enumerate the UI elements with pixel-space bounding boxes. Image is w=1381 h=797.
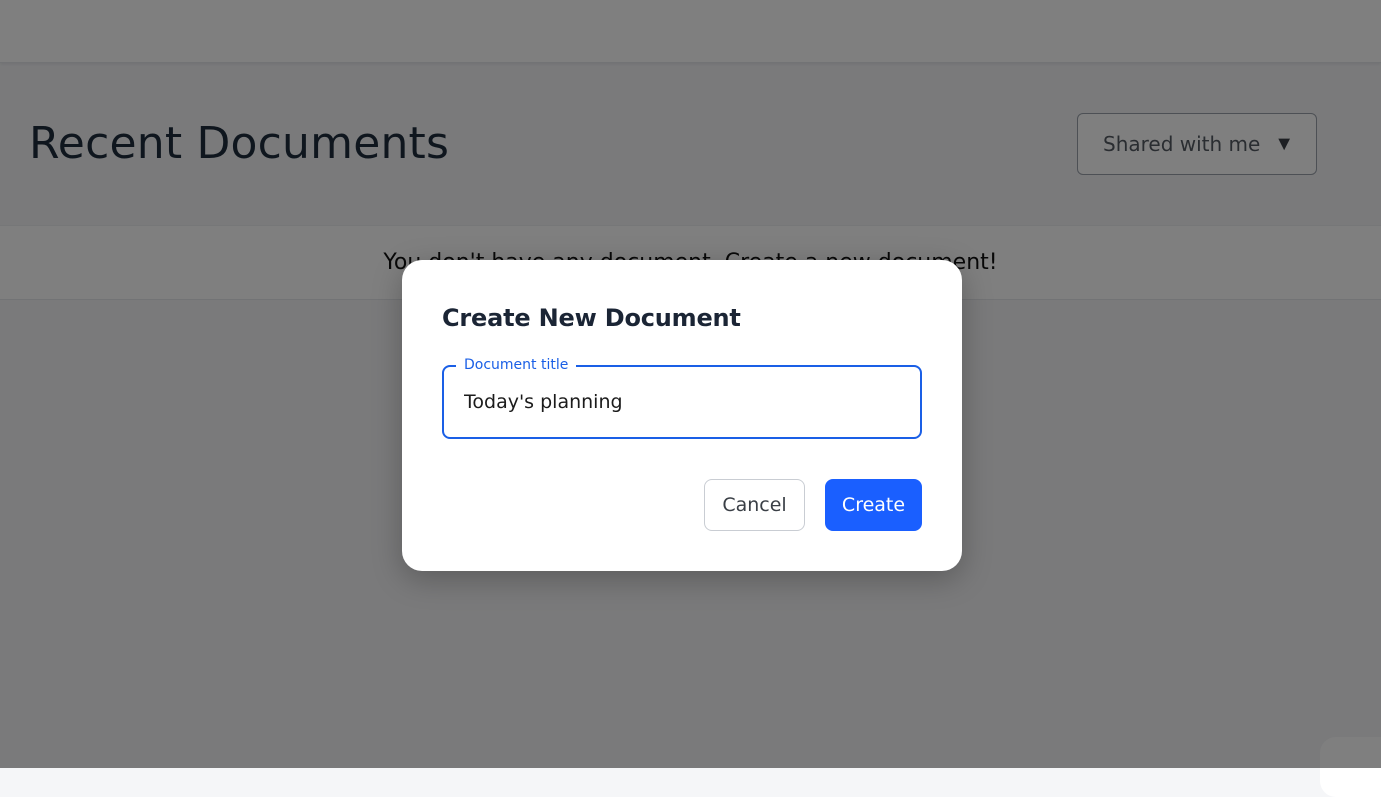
cancel-button[interactable]: Cancel — [704, 479, 805, 531]
document-title-field[interactable]: Document title — [442, 357, 922, 439]
create-document-dialog: Create New Document Document title Cance… — [402, 260, 962, 571]
dialog-title: Create New Document — [442, 304, 741, 332]
document-title-input[interactable] — [464, 391, 904, 413]
create-button[interactable]: Create — [825, 479, 922, 531]
document-title-label: Document title — [456, 357, 577, 373]
